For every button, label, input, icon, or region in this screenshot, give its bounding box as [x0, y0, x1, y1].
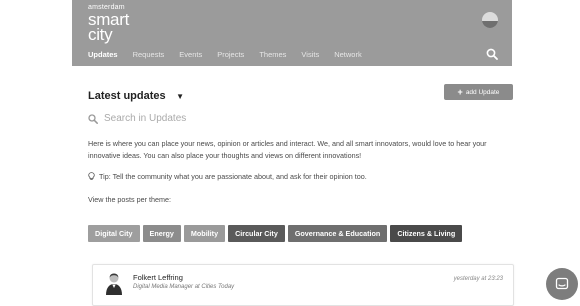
user-avatar[interactable]: [482, 12, 498, 28]
theme-filters: Digital City Energy Mobility Circular Ci…: [88, 225, 463, 242]
search-bar: [88, 113, 304, 124]
theme-circular-city[interactable]: Circular City: [228, 225, 285, 242]
tip-text: Tip: Tell the community what you are pas…: [99, 172, 367, 181]
post-author-name[interactable]: Folkert Leffring: [133, 273, 183, 282]
author-avatar[interactable]: [105, 271, 123, 295]
nav-updates[interactable]: Updates: [88, 50, 118, 59]
post-author-role: Digital Media Manager at Cities Today: [133, 284, 235, 290]
theme-mobility[interactable]: Mobility: [183, 225, 226, 242]
theme-citizens-living[interactable]: Citizens & Living: [390, 225, 463, 242]
search-input[interactable]: [104, 113, 304, 124]
logo-line2: city: [88, 26, 119, 43]
theme-digital-city[interactable]: Digital City: [88, 225, 140, 242]
chevron-down-icon[interactable]: ▼: [176, 92, 184, 101]
nav-projects[interactable]: Projects: [217, 50, 244, 59]
post-timestamp: yesterday at 23:23: [453, 276, 503, 282]
chat-button[interactable]: [546, 268, 578, 300]
nav-visits[interactable]: Visits: [301, 50, 319, 59]
tip-line: Tip: Tell the community what you are pas…: [88, 172, 367, 181]
nav-requests[interactable]: Requests: [133, 50, 165, 59]
nav-events[interactable]: Events: [179, 50, 202, 59]
search-icon: [88, 113, 98, 124]
chat-icon: [555, 277, 569, 290]
theme-energy[interactable]: Energy: [142, 225, 181, 242]
page-title-row[interactable]: Latest updates ▼: [88, 86, 184, 104]
smart-city-logo[interactable]: amsterdam smart city: [88, 4, 129, 45]
theme-governance-education[interactable]: Governance & Education: [287, 225, 388, 242]
add-update-button[interactable]: + add Update: [444, 84, 513, 100]
add-update-label: add Update: [465, 88, 500, 96]
main-nav: Updates Requests Events Projects Themes …: [88, 50, 377, 59]
nav-themes[interactable]: Themes: [259, 50, 286, 59]
top-header: amsterdam smart city Updates Requests Ev…: [72, 0, 512, 66]
lightbulb-icon: [88, 172, 95, 180]
view-posts-label: View the posts per theme:: [88, 195, 171, 204]
nav-network[interactable]: Network: [334, 50, 362, 59]
page-title: Latest updates: [88, 90, 166, 102]
search-icon[interactable]: [486, 48, 498, 60]
updates-description: Here is where you can place your news, o…: [88, 139, 487, 160]
plus-icon: +: [457, 87, 463, 97]
